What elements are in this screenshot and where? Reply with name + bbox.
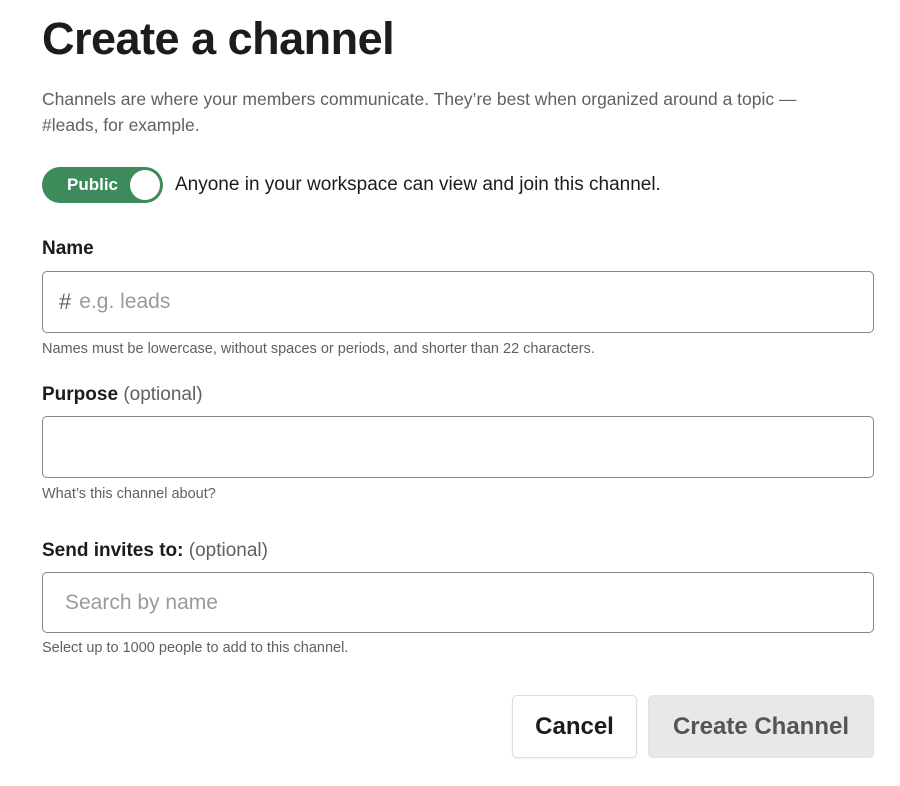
- invites-label: Send invites to: (optional): [42, 540, 268, 562]
- purpose-hint: What’s this channel about?: [42, 486, 216, 502]
- visibility-description: Anyone in your workspace can view and jo…: [175, 174, 661, 195]
- cancel-button[interactable]: Cancel: [512, 695, 637, 758]
- invites-hint: Select up to 1000 people to add to this …: [42, 640, 349, 656]
- name-input[interactable]: [79, 272, 873, 332]
- page-title: Create a channel: [42, 13, 395, 64]
- intro-text: Channels are where your members communic…: [42, 89, 797, 135]
- visibility-row: Public Anyone in your workspace can view…: [42, 167, 661, 203]
- purpose-input[interactable]: [43, 417, 873, 477]
- name-input-box[interactable]: #: [42, 271, 874, 333]
- purpose-label: Purpose (optional): [42, 384, 203, 406]
- invites-search-input[interactable]: [43, 573, 873, 632]
- public-toggle[interactable]: Public: [42, 167, 163, 203]
- name-label-text: Name: [42, 238, 94, 259]
- purpose-optional: (optional): [123, 384, 203, 405]
- hash-icon: #: [59, 289, 72, 314]
- name-hint: Names must be lowercase, without spaces …: [42, 341, 595, 357]
- name-label: Name: [42, 238, 94, 260]
- invites-label-text: Send invites to:: [42, 540, 184, 561]
- invites-optional: (optional): [188, 540, 268, 561]
- purpose-label-text: Purpose: [42, 384, 119, 405]
- invites-input-box[interactable]: [42, 572, 874, 633]
- toggle-knob[interactable]: [130, 170, 160, 200]
- purpose-input-box[interactable]: [42, 416, 874, 478]
- create-channel-button[interactable]: Create Channel: [648, 695, 874, 758]
- toggle-label: Public: [67, 175, 119, 194]
